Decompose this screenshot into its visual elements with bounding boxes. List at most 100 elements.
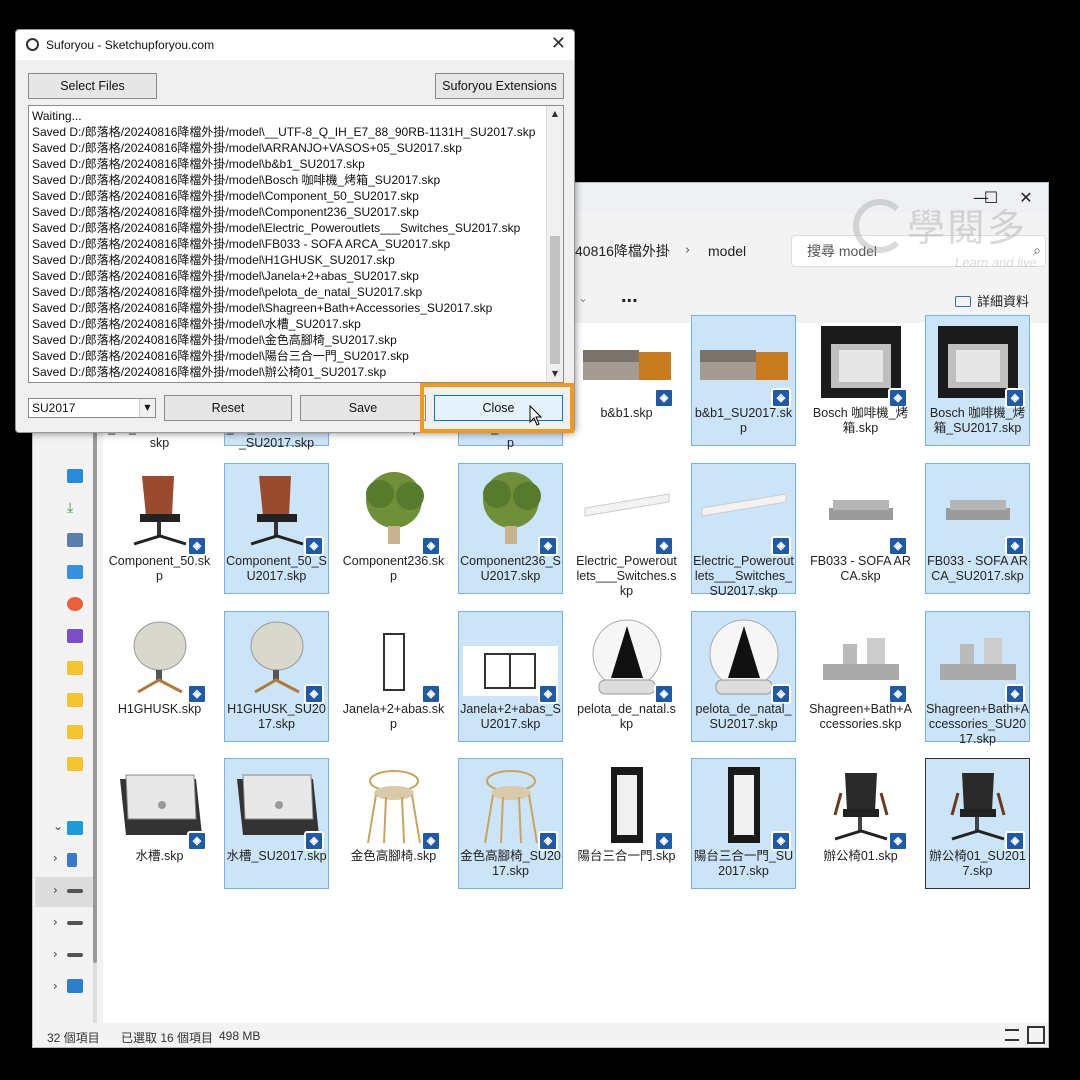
sketchup-icon: ◈	[888, 536, 908, 556]
file-name: 陽台三合一門_SU2017.skp	[693, 849, 794, 878]
file-tile[interactable]: ◈ Janela+2+abas_SU2017.skp	[458, 611, 563, 742]
log-line: Saved D:/郎落格/20240816降檔外掛/model\Componen…	[32, 205, 419, 219]
file-tile[interactable]: ◈ Janela+2+abas.skp	[341, 611, 446, 742]
file-tile[interactable]: ◈ H1GHUSK.skp	[107, 611, 212, 742]
sketchup-icon: ◈	[187, 536, 207, 556]
file-tile[interactable]: ◈ 陽台三合一門.skp	[574, 758, 679, 889]
suforyou-logo-icon	[26, 38, 39, 51]
file-tile[interactable]: ◈ 金色高腳椅_SU2017.skp	[458, 758, 563, 889]
file-tile[interactable]: ◈ Component236_SU2017.skp	[458, 463, 563, 594]
status-bar: 32 個項目 已選取 16 個項目 498 MB	[33, 1023, 1048, 1047]
file-tile[interactable]: ◈ 辦公椅01_SU2017.skp	[925, 758, 1030, 889]
log-line: Saved D:/郎落格/20240816降檔外掛/model\b&b1_SU2…	[32, 157, 365, 171]
reset-button[interactable]: Reset	[164, 395, 292, 421]
sketchup-icon: ◈	[771, 831, 791, 851]
documents-icon[interactable]	[67, 533, 83, 547]
sketchup-icon: ◈	[538, 831, 558, 851]
file-tile[interactable]: ◈ Electric_Poweroutlets___Switches.skp	[574, 463, 679, 598]
details-view-icon[interactable]	[1005, 1029, 1019, 1041]
details-pane-button[interactable]: 詳細資料	[955, 291, 1029, 310]
chevron-right-icon[interactable]: ›	[53, 915, 58, 929]
log-line: Waiting...	[32, 109, 82, 123]
log-output[interactable]: Waiting... Saved D:/郎落格/20240816降檔外掛/mode…	[28, 105, 564, 383]
close-icon[interactable]: ✕	[551, 33, 566, 54]
folder-icon[interactable]	[67, 757, 83, 771]
file-tile[interactable]: ◈ b&b1_SU2017.skp	[691, 315, 796, 446]
file-name: 金色高腳椅.skp	[350, 849, 437, 863]
this-pc-icon[interactable]	[67, 821, 83, 835]
drive-icon[interactable]	[67, 889, 83, 893]
nav-selected-row[interactable]	[35, 877, 93, 907]
sketchup-icon: ◈	[654, 536, 674, 556]
file-tile[interactable]: ◈ 水槽_SU2017.skp	[224, 758, 329, 889]
suforyou-extensions-button[interactable]: Suforyou Extensions	[435, 73, 564, 99]
sketchup-icon: ◈	[421, 684, 441, 704]
file-tile[interactable]: ◈ Shagreen+Bath+Accessories_SU2017.skp	[925, 611, 1030, 746]
breadcrumb-parent[interactable]: 40816降檔外掛	[575, 235, 670, 267]
file-tile[interactable]: ◈ Component_50_SU2017.skp	[224, 463, 329, 594]
scroll-down-icon[interactable]: ▼	[547, 366, 563, 382]
chevron-right-icon[interactable]: ›	[53, 851, 58, 865]
chevron-right-icon[interactable]: ›	[53, 947, 58, 961]
file-tile[interactable]: ◈ 金色高腳椅.skp	[341, 758, 446, 889]
file-tile[interactable]: ◈ b&b1.skp	[574, 315, 679, 446]
downloads-icon[interactable]: ⤓	[67, 501, 83, 515]
file-tile[interactable]: ◈ Bosch 咖啡機_烤箱_SU2017.skp	[925, 315, 1030, 446]
large-icons-view-icon[interactable]	[1027, 1026, 1045, 1044]
file-tile[interactable]: ◈ 水槽.skp	[107, 758, 212, 889]
desktop-icon[interactable]	[67, 469, 83, 483]
pictures-icon[interactable]	[67, 565, 83, 579]
select-files-button[interactable]: Select Files	[28, 73, 157, 99]
file-tile[interactable]: ◈ FB033 - SOFA ARCA.skp	[808, 463, 913, 594]
log-line: Saved D:/郎落格/20240816降檔外掛/model\Shagreen…	[32, 301, 493, 315]
chevron-right-icon[interactable]: ›	[53, 979, 58, 993]
file-tile[interactable]: ◈ Bosch 咖啡機_烤箱.skp	[808, 315, 913, 446]
file-name: 辦公椅01_SU2017.skp	[929, 849, 1026, 878]
selected-size: 498 MB	[219, 1029, 261, 1043]
log-scrollbar-thumb[interactable]	[550, 236, 560, 364]
file-tile[interactable]: ◈ pelota_de_natal_SU2017.skp	[691, 611, 796, 742]
log-line: Saved D:/郎落格/20240816降檔外掛/model\水槽_SU201…	[32, 317, 361, 331]
file-tile[interactable]: ◈ FB033 - SOFA ARCA_SU2017.skp	[925, 463, 1030, 594]
drive-icon[interactable]	[67, 953, 83, 957]
log-line: Saved D:/郎落格/20240816降檔外掛/model\ARRANJO+…	[32, 141, 462, 155]
address-bar[interactable]: 40816降檔外掛 › model	[575, 235, 781, 267]
log-scrollbar[interactable]: ▲ ▼	[546, 106, 563, 382]
log-line: Saved D:/郎落格/20240816降檔外掛/model\Electric…	[32, 221, 521, 235]
videos-icon[interactable]	[67, 629, 83, 643]
file-name: pelota_de_natal.skp	[577, 702, 676, 731]
file-tile[interactable]: ◈ Shagreen+Bath+Accessories.skp	[808, 611, 913, 742]
file-tile[interactable]: ◈ 辦公椅01.skp	[808, 758, 913, 889]
chevron-down-icon[interactable]: ⌄	[578, 291, 588, 305]
file-tile[interactable]: ◈ H1GHUSK_SU2017.skp	[224, 611, 329, 742]
music-icon[interactable]	[67, 597, 83, 611]
save-button[interactable]: Save	[300, 395, 426, 421]
folder-icon[interactable]	[67, 693, 83, 707]
more-options-button[interactable]: ...	[621, 285, 638, 308]
scroll-up-icon[interactable]: ▲	[547, 106, 563, 122]
file-tile[interactable]: ◈ pelota_de_natal.skp	[574, 611, 679, 742]
file-tile[interactable]: ◈ Component236.skp	[341, 463, 446, 594]
file-tile[interactable]: ◈ Component_50.skp	[107, 463, 212, 594]
sketchup-icon: ◈	[771, 536, 791, 556]
file-name: b&b1_SU2017.skp	[694, 406, 793, 435]
file-tile[interactable]: ◈ 陽台三合一門_SU2017.skp	[691, 758, 796, 889]
sketchup-icon: ◈	[654, 831, 674, 851]
sketchup-icon: ◈	[538, 536, 558, 556]
sketchup-icon: ◈	[304, 536, 324, 556]
chevron-right-icon[interactable]: ›	[53, 883, 58, 897]
breadcrumb-current[interactable]: model	[708, 235, 746, 267]
network-icon[interactable]	[67, 979, 83, 993]
version-select[interactable]: SU2017 ▼	[28, 398, 156, 418]
windows-drive-icon[interactable]	[67, 853, 77, 867]
drive-icon[interactable]	[67, 921, 83, 925]
folder-icon[interactable]	[67, 725, 83, 739]
folder-icon[interactable]	[67, 661, 83, 675]
sketchup-icon: ◈	[187, 684, 207, 704]
file-name: Shagreen+Bath+Accessories_SU2017.skp	[926, 702, 1029, 746]
chevron-down-icon[interactable]: ▼	[139, 399, 155, 417]
sketchup-icon: ◈	[1005, 388, 1025, 408]
file-tile[interactable]: ◈ Electric_Poweroutlets___Switches_SU2017…	[691, 463, 796, 598]
sketchup-icon: ◈	[538, 684, 558, 704]
chevron-down-icon[interactable]: ⌄	[53, 819, 63, 833]
